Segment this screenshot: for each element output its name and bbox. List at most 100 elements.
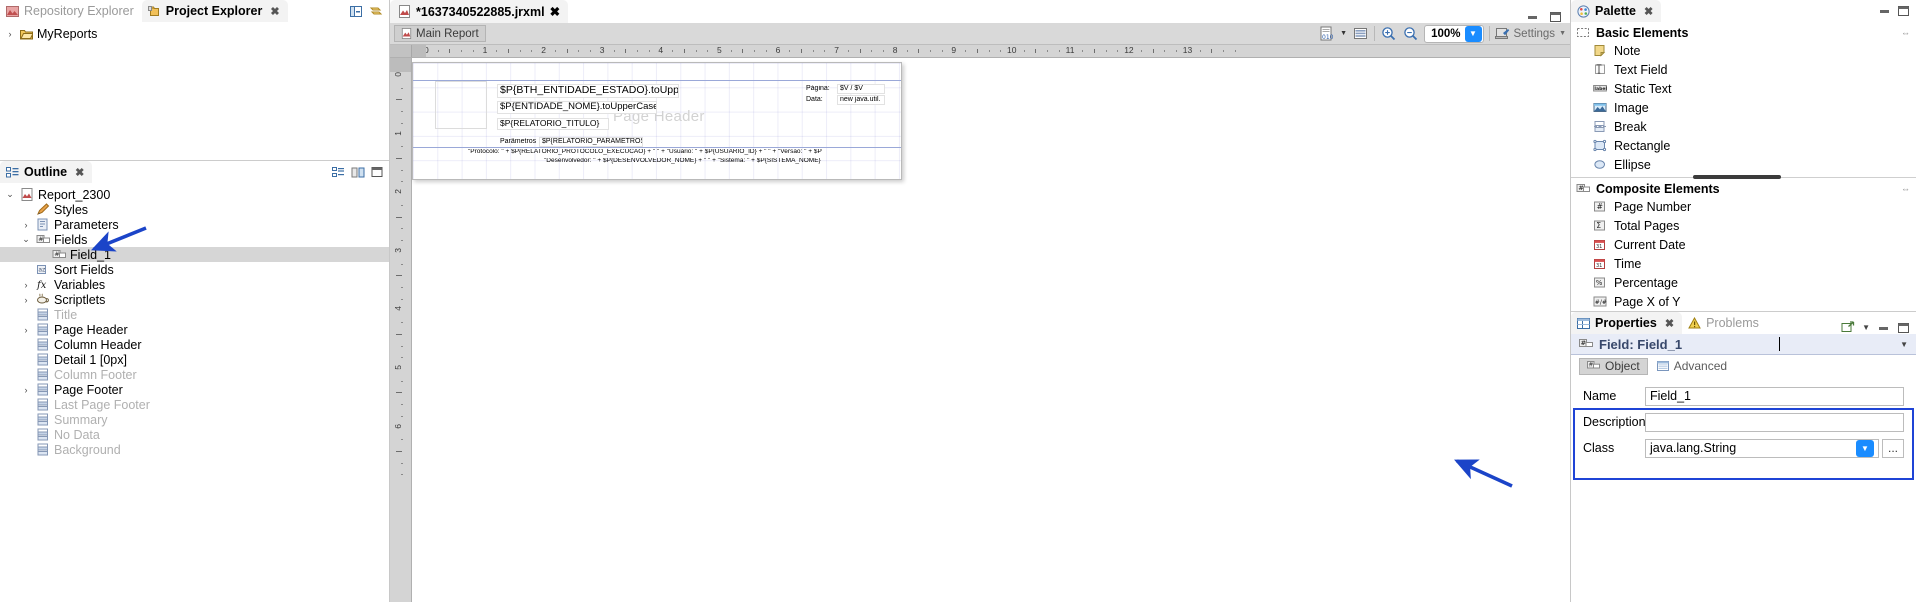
outline-tree-item[interactable]: · Background (0, 442, 389, 457)
settings-button[interactable]: Settings ▼ (1494, 26, 1566, 41)
entidade-estado-expression[interactable]: $P{BTH_ENTIDADE_ESTADO}.toUpperCase() (497, 84, 679, 98)
tab-palette[interactable]: Palette ✖ (1571, 0, 1662, 22)
minimize-icon[interactable] (1877, 322, 1890, 334)
minimize-icon[interactable] (1878, 5, 1891, 17)
relatorio-parametros-expression[interactable]: $P{RELATORIO_PARAMETROS} (539, 137, 643, 147)
palette-item[interactable]: Note (1571, 41, 1916, 60)
outline-tree-item[interactable]: · az Sort Fields (0, 262, 389, 277)
minimize-icon[interactable] (1526, 11, 1539, 23)
tab-properties[interactable]: Properties ✖ (1571, 312, 1683, 334)
data-value[interactable]: new java.util. (837, 95, 885, 105)
palette-item[interactable]: % Percentage (1571, 273, 1916, 292)
tab-problems[interactable]: Problems (1682, 312, 1767, 334)
property-class-input[interactable]: java.lang.String ▼ (1645, 438, 1879, 458)
tab-repository-explorer[interactable]: Repository Explorer (0, 0, 142, 22)
pagina-label[interactable]: Página: (803, 84, 831, 94)
outline-tree-item[interactable]: · Detail 1 [0px] (0, 352, 389, 367)
tab-object[interactable]: # Object (1579, 357, 1648, 375)
palette-group-header[interactable]: # Composite Elements ⇔ (1571, 180, 1916, 197)
close-icon[interactable]: ✖ (1644, 5, 1653, 18)
relatorio-titulo-expression[interactable]: $P{RELATORIO_TITULO} (497, 118, 609, 130)
main-report-button[interactable]: Main Report (394, 25, 486, 42)
project-explorer-tree[interactable]: › MyReports (0, 22, 389, 160)
outline-tree-item[interactable]: › Scriptlets (0, 292, 389, 307)
view-menu-icon[interactable]: ▼ (1862, 323, 1870, 332)
maximize-icon[interactable] (1549, 11, 1562, 23)
outline-tree-item[interactable]: · Column Header (0, 337, 389, 352)
chevron-down-icon[interactable]: ⌄ (20, 234, 32, 245)
collapse-all-icon[interactable] (349, 5, 363, 18)
tab-outline[interactable]: Outline ✖ (0, 161, 93, 183)
palette-item[interactable]: #/# Page X of Y (1571, 292, 1916, 311)
chevron-right-icon[interactable]: › (20, 220, 32, 230)
chevron-right-icon[interactable]: › (20, 325, 32, 335)
entidade-nome-expression[interactable]: $P{ENTIDADE_NOME}.toUpperCase() (497, 101, 657, 114)
format-dropdown-arrow[interactable]: ▼ (1340, 30, 1347, 37)
outline-tree-item[interactable]: · # Field_1 (0, 247, 389, 262)
link-editor-icon[interactable] (351, 166, 365, 179)
outline-tree-item[interactable]: · Column Footer (0, 367, 389, 382)
outline-tree-item[interactable]: · Title (0, 307, 389, 322)
outline-tree-item[interactable]: · Summary (0, 412, 389, 427)
chevron-down-icon[interactable]: ▼ (1856, 439, 1874, 457)
chevron-down-icon[interactable]: ▼ (1559, 30, 1566, 37)
close-icon[interactable]: ✖ (1665, 317, 1674, 330)
maximize-icon[interactable] (1897, 5, 1910, 17)
maximize-icon[interactable] (1897, 322, 1910, 334)
outline-tree-item[interactable]: ⌄ # Fields (0, 232, 389, 247)
tab-jrxml-file[interactable]: *1637340522885.jrxml ✖ (390, 0, 569, 23)
report-design-canvas[interactable]: Page Header $P{BTH_ENTIDADE_ESTADO}.toUp… (412, 58, 1570, 602)
new-view-icon[interactable] (1841, 321, 1855, 334)
palette-item[interactable]: 31 Time (1571, 254, 1916, 273)
outline-tree-item[interactable]: · Last Page Footer (0, 397, 389, 412)
link-editor-icon[interactable] (369, 5, 383, 18)
collapse-icon[interactable]: ⇔ (1901, 184, 1916, 194)
zoom-in-icon[interactable] (1380, 25, 1397, 42)
format-numbers-icon[interactable]: 010 (1318, 25, 1335, 42)
chevron-right-icon[interactable]: › (20, 385, 32, 395)
tree-item-myreports[interactable]: › MyReports (0, 26, 389, 41)
close-icon[interactable]: ✖ (75, 166, 84, 179)
palette-item[interactable]: 31 Current Date (1571, 235, 1916, 254)
collapse-icon[interactable]: ⇔ (1901, 28, 1916, 38)
image-placeholder[interactable] (435, 81, 487, 129)
zoom-level-combo[interactable]: 100% ▼ (1424, 24, 1484, 43)
chevron-right-icon[interactable]: › (20, 280, 32, 290)
pagina-value[interactable]: $V / $V (837, 84, 885, 94)
palette-item[interactable]: Break (1571, 117, 1916, 136)
sort-icon[interactable] (332, 166, 345, 179)
chevron-right-icon[interactable]: › (20, 295, 32, 305)
chevron-down-icon[interactable]: ▼ (1900, 340, 1916, 349)
palette-item[interactable]: Text Field (1571, 60, 1916, 79)
palette-scroll-thumb[interactable] (1693, 175, 1781, 179)
parametros-label[interactable]: Parâmetros: (497, 137, 537, 147)
chevron-right-icon[interactable]: › (4, 29, 16, 39)
palette-item[interactable]: Image (1571, 98, 1916, 117)
property-description-input[interactable] (1645, 412, 1904, 432)
palette-item[interactable]: label Static Text (1571, 79, 1916, 98)
chevron-down-icon[interactable]: ⌄ (4, 189, 16, 200)
zoom-out-icon[interactable] (1402, 25, 1419, 42)
outline-tree-item[interactable]: › fx Variables (0, 277, 389, 292)
outline-tree-item[interactable]: › Parameters (0, 217, 389, 232)
palette-item[interactable]: Rectangle (1571, 136, 1916, 155)
browse-class-button[interactable]: ... (1882, 438, 1904, 458)
outline-tree-item[interactable]: › Page Footer (0, 382, 389, 397)
outline-tree[interactable]: ⌄ Report_2300 · Styles › Parameters ⌄ # Fields · #… (0, 183, 389, 602)
data-label[interactable]: Data: (803, 95, 825, 105)
palette-item[interactable]: # Page Number (1571, 197, 1916, 216)
palette-item[interactable]: Ellipse (1571, 155, 1916, 174)
outline-tree-item[interactable]: › Page Header (0, 322, 389, 337)
tab-project-explorer[interactable]: Project Explorer ✖ (141, 0, 288, 22)
tab-advanced[interactable]: Advanced (1650, 358, 1734, 375)
palette-body[interactable]: Basic Elements ⇔ Note Text Field label Static… (1571, 22, 1916, 311)
close-icon[interactable]: ✖ (550, 4, 560, 19)
property-name-input[interactable]: Field_1 (1645, 386, 1904, 406)
chevron-down-icon[interactable]: ▼ (1464, 25, 1482, 42)
maximize-icon[interactable] (371, 166, 383, 178)
desenvolvedor-expression[interactable]: "Desenvolvedor: " + $P{DESENVOLVEDOR_NOM… (541, 157, 891, 167)
report-page[interactable]: Page Header $P{BTH_ENTIDADE_ESTADO}.toUp… (412, 62, 902, 180)
outline-tree-item[interactable]: ⌄ Report_2300 (0, 187, 389, 202)
list-icon[interactable] (1352, 25, 1369, 42)
outline-tree-item[interactable]: · No Data (0, 427, 389, 442)
